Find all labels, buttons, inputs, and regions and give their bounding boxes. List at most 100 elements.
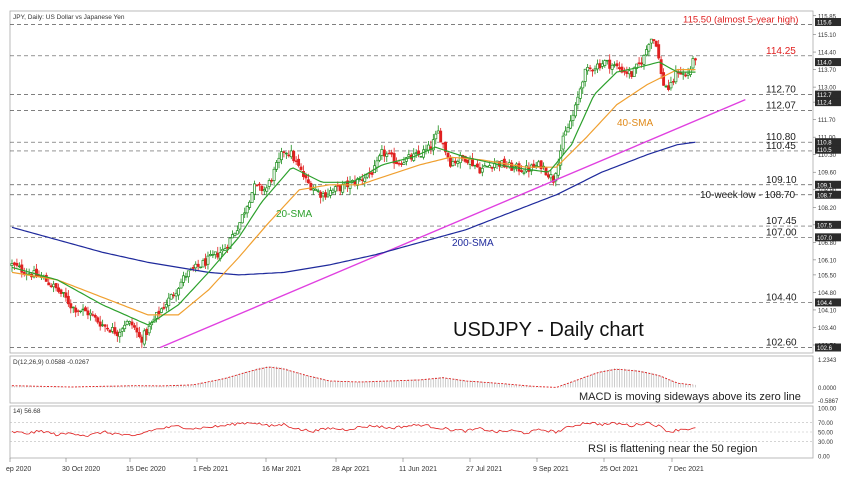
- candle-body: [71, 306, 75, 309]
- candle-body: [603, 60, 607, 66]
- candle-body: [93, 315, 97, 318]
- candle-body: [667, 85, 670, 90]
- candle-body: [194, 263, 198, 269]
- candle-body: [326, 193, 330, 197]
- candle-body: [130, 321, 134, 326]
- candle-body: [211, 254, 215, 256]
- candle-body: [76, 310, 80, 312]
- price-level-tag-label: 115.6: [817, 21, 832, 27]
- candle-body: [299, 166, 303, 170]
- sma20-label: 20-SMA: [276, 209, 312, 220]
- price-tick-label: 109.60: [818, 171, 837, 177]
- candle-body: [434, 133, 438, 140]
- candle-body: [395, 161, 399, 165]
- candle-body: [226, 246, 230, 249]
- candle-body: [98, 321, 102, 327]
- level-label: 112.70: [766, 85, 796, 96]
- candle-body: [199, 266, 203, 269]
- sma40-label: 40-SMA: [617, 118, 653, 129]
- candle-body: [449, 157, 452, 167]
- candle-body: [177, 288, 181, 296]
- candle-body: [162, 306, 166, 309]
- candle-body: [260, 185, 264, 191]
- candle-body: [145, 329, 149, 336]
- candle-body: [458, 155, 462, 164]
- candle-body: [223, 248, 227, 251]
- candle-body: [206, 255, 210, 265]
- candle-body: [169, 294, 173, 300]
- candle-body: [289, 150, 293, 158]
- candle-body: [140, 336, 144, 343]
- candle-body: [204, 258, 207, 266]
- candle-body: [446, 152, 450, 158]
- candle-body: [397, 163, 401, 165]
- candle-body: [292, 150, 296, 162]
- candle-body: [613, 64, 617, 66]
- candle-body: [174, 292, 178, 297]
- candle-body: [86, 310, 90, 316]
- candle-body: [106, 327, 109, 330]
- candle-body: [196, 263, 200, 267]
- candle-body: [647, 44, 651, 52]
- candle-body: [566, 127, 570, 133]
- candle-body: [522, 171, 526, 174]
- date-tick-label: 27 Jul 2021: [466, 466, 502, 473]
- candle-body: [608, 59, 612, 69]
- candle-body: [596, 63, 599, 70]
- candle-body: [270, 179, 274, 182]
- candle-body: [451, 161, 455, 166]
- candle-body: [363, 177, 367, 182]
- candle-body: [637, 62, 641, 64]
- candle-body: [520, 170, 523, 173]
- price-level-tag-label: 114.0: [817, 61, 832, 67]
- date-tick-label: 9 Sep 2021: [533, 466, 569, 473]
- candle-body: [488, 165, 492, 168]
- date-tick-label: 16 Mar 2021: [262, 466, 301, 473]
- candle-body: [297, 158, 301, 166]
- candle-body: [66, 295, 70, 305]
- price-level-tag-label: 102.6: [817, 346, 833, 352]
- candle-body: [20, 264, 24, 273]
- candle-body: [333, 186, 337, 192]
- date-tick-label: ep 2020: [6, 466, 31, 473]
- macd-tick-label: 0.0000: [818, 386, 837, 392]
- macd-tick-label: 1.2343: [818, 358, 837, 364]
- date-tick-label: 7 Dec 2021: [668, 466, 704, 473]
- candle-body: [142, 330, 146, 345]
- candle-body: [669, 82, 673, 89]
- candle-body: [167, 297, 171, 306]
- candle-body: [54, 283, 58, 289]
- candle-body: [101, 324, 105, 326]
- candle-body: [615, 63, 619, 67]
- candle-body: [375, 160, 379, 168]
- level-label: 112.07: [766, 100, 796, 111]
- candle-body: [321, 193, 325, 197]
- candle-body: [243, 212, 247, 215]
- candle-body: [265, 187, 269, 192]
- price-tick-label: 103.40: [818, 326, 837, 332]
- price-tick-label: 111.70: [818, 118, 836, 124]
- candle-body: [17, 265, 21, 268]
- macd-header: D(12,26,9) 0.0588 -0.0267: [13, 359, 90, 366]
- candle-body: [240, 214, 244, 224]
- price-level-tag-label: 107.5: [817, 223, 833, 229]
- candle-body: [69, 303, 73, 309]
- candle-body: [191, 267, 195, 269]
- rsi-tick-label: 30.00: [818, 440, 834, 446]
- price-tick-label: 114.40: [818, 51, 837, 57]
- candle-body: [49, 285, 53, 288]
- candle-body: [179, 281, 183, 289]
- candle-body: [123, 324, 127, 330]
- candle-body: [309, 182, 313, 191]
- rsi-header: 14) 56.68: [13, 408, 41, 415]
- chart-canvas: 115.50 (almost 5-year high) 114.25 112.70 1…: [6, 10, 841, 473]
- candle-body: [79, 310, 83, 313]
- candle-body: [284, 152, 288, 155]
- candle-body: [319, 191, 323, 198]
- candle-body: [164, 304, 168, 308]
- candle-body: [255, 184, 259, 187]
- candle-body: [267, 180, 271, 187]
- candle-body: [57, 287, 60, 292]
- candle-body: [593, 68, 597, 71]
- candle-body: [414, 152, 418, 154]
